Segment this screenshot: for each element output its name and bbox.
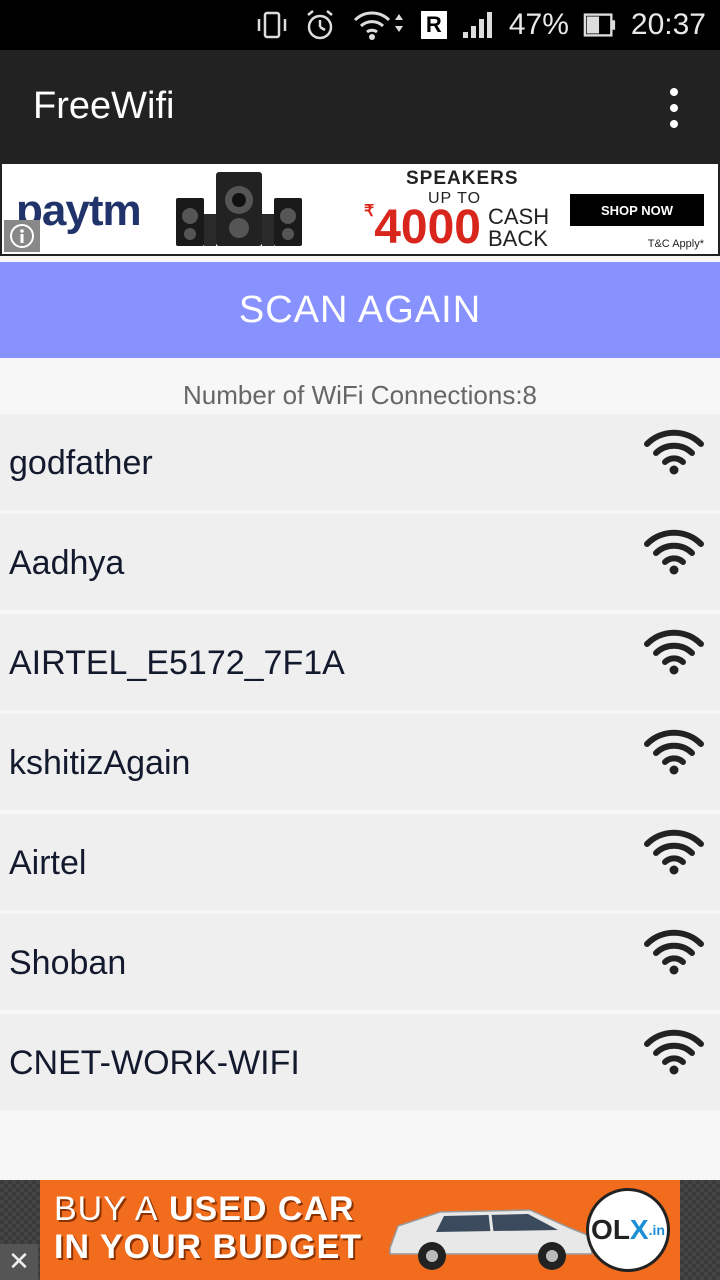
info-icon[interactable] (4, 220, 40, 252)
list-item[interactable]: kshitizAgain (0, 714, 720, 810)
wifi-icon (644, 429, 704, 475)
wifi-icon (644, 1029, 704, 1075)
network-name: CNET-WORK-WIFI (9, 1044, 300, 1082)
ad-cashback: CASH BACK (488, 204, 550, 251)
list-item[interactable]: AIRTEL_E5172_7F1A (0, 614, 720, 710)
list-item[interactable]: godfather (0, 414, 720, 510)
network-name: godfather (9, 444, 153, 482)
olx-ad[interactable]: BUY A USED CAR IN YOUR BUDGET O L X .in (40, 1180, 680, 1280)
ad-headline: SPEAKERS (406, 168, 519, 189)
network-name: Airtel (9, 844, 87, 882)
list-item[interactable]: Aadhya (0, 514, 720, 610)
network-name: Shoban (9, 944, 127, 982)
network-name: AIRTEL_E5172_7F1A (9, 644, 345, 682)
list-item[interactable]: Shoban (0, 914, 720, 1010)
app-title: FreeWifi (33, 84, 175, 127)
clock: 20:37 (630, 8, 706, 41)
battery-icon (583, 8, 617, 42)
app-bar: FreeWifi (0, 50, 720, 162)
shop-now-button[interactable]: SHOP NOW (570, 194, 704, 226)
scan-again-button[interactable]: SCAN AGAIN (0, 262, 720, 358)
wifi-icon (644, 529, 704, 575)
network-name: Aadhya (9, 544, 125, 582)
wifi-icon (644, 829, 704, 875)
wifi-list: godfather Aadhya AIRTEL_E5172_7F1A kshit… (0, 414, 720, 1114)
wifi-count-label: Number of WiFi Connections:8 (182, 380, 538, 410)
terms-text: T&C Apply* (647, 238, 704, 250)
ad-banner-bottom: BUY A USED CAR IN YOUR BUDGET O L X .in ✕ (0, 1180, 720, 1280)
roaming-icon: R (420, 11, 447, 39)
car-image (389, 1209, 593, 1270)
list-item[interactable]: CNET-WORK-WIFI (0, 1014, 720, 1110)
list-item[interactable]: Airtel (0, 814, 720, 910)
battery-percent: 47% (508, 8, 569, 41)
wifi-signal-icon (351, 8, 407, 42)
rupee-symbol: ₹ (364, 203, 375, 220)
ad-amount: ₹4000 (364, 201, 481, 254)
network-name: kshitizAgain (9, 744, 191, 782)
wifi-icon (644, 929, 704, 975)
status-bar: R 47% 20:37 (0, 0, 720, 50)
vibrate-icon (255, 8, 289, 42)
ad-line-2: IN YOUR BUDGET (54, 1228, 363, 1266)
ad-banner-top[interactable]: paytm SPEAKERS UP TO ₹4000 CASH BACK SHO… (0, 162, 720, 256)
speakers-image (176, 172, 302, 246)
alarm-icon (303, 8, 337, 42)
ad-line-1: BUY A USED CAR (54, 1190, 355, 1228)
wifi-icon (644, 729, 704, 775)
cell-signal-icon (461, 8, 495, 42)
close-icon[interactable]: ✕ (0, 1244, 38, 1280)
overflow-menu-icon[interactable] (662, 88, 686, 128)
olx-logo: O L X .in (586, 1188, 670, 1272)
wifi-icon (644, 629, 704, 675)
